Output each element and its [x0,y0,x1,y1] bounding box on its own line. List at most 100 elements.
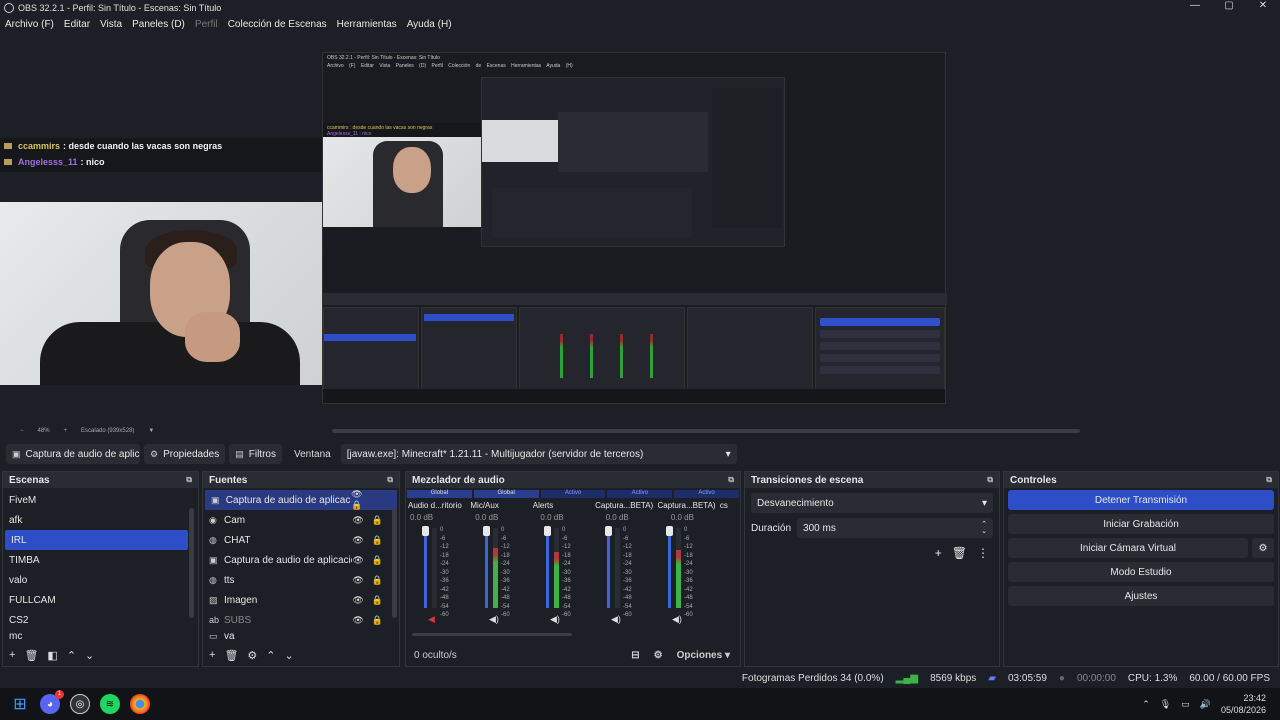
add-source-icon[interactable]: + [209,649,215,661]
fader-handle[interactable] [605,526,612,536]
speaker-icon[interactable]: ◀) [672,614,682,625]
source-item[interactable]: ▨ Imagen 👁🔒 [203,590,399,610]
source-item[interactable]: ◍ CHAT 👁🔒 [203,530,399,550]
settings-button[interactable]: Ajustes [1008,586,1274,606]
spinner-icon[interactable]: ⌃ ⌄ [981,521,987,535]
minimize-button[interactable]: — [1178,0,1212,11]
visibility-lock-icons[interactable]: 👁🔒 [351,489,389,511]
menu-editar[interactable]: Editar [59,19,95,30]
add-icon[interactable]: + [935,546,942,560]
volume-fader[interactable] [424,528,427,608]
menu-perfil[interactable]: Perfil [190,19,223,30]
scene-item[interactable]: afk [3,510,198,530]
zoom-out-button[interactable]: − [20,428,24,434]
stop-stream-button[interactable]: Detener Transmisión [1008,490,1274,510]
volume-icon[interactable]: 🔊 [1200,699,1211,710]
trash-icon[interactable]: 🗑 [952,546,967,560]
channel-name[interactable]: cs [720,501,738,510]
visibility-lock-icons[interactable]: 👁🔒 [352,595,391,606]
filters-button[interactable]: ▤ Filtros [229,444,282,464]
mixer-scrollbar[interactable] [412,633,572,636]
sources-scrollbar[interactable] [392,508,397,618]
scene-item[interactable]: FiveM [3,490,198,510]
properties-button[interactable]: ⚙ Propiedades [144,444,226,464]
layout-icon[interactable]: ⊟ [631,650,639,661]
volume-fader[interactable] [668,528,671,608]
source-item[interactable]: ▣ Captura de audio de aplicación (E👁🔒 [203,550,399,570]
menu-vista[interactable]: Vista [95,19,127,30]
menu-archivo[interactable]: Archivo (F) [0,19,59,30]
menu-ayuda[interactable]: Ayuda (H) [402,19,457,30]
gear-icon[interactable]: ⚙ [1252,538,1274,558]
speaker-icon[interactable]: ◀) [489,614,499,625]
scene-item[interactable]: TIMBA [3,550,198,570]
move-down-icon[interactable]: ⌄ [285,649,294,662]
volume-fader[interactable] [546,528,549,608]
preview-scrollbar[interactable] [332,429,1080,433]
chrome-icon[interactable] [130,694,150,714]
start-recording-button[interactable]: Iniciar Grabación [1008,514,1274,534]
mic-icon[interactable]: 🎙 [1160,699,1171,710]
window-select[interactable]: [javaw.exe]: Minecraft* 1.21.11 - Multij… [340,444,737,464]
settings-icon[interactable]: ⚙ [654,650,663,661]
scene-item[interactable]: mc [3,630,198,642]
source-item[interactable]: ◍ tts 👁🔒 [203,570,399,590]
scene-item[interactable]: CS2 [3,610,198,630]
visibility-lock-icons[interactable]: 👁🔒 [352,615,391,626]
network-icon[interactable]: ▭ [1181,699,1190,710]
maximize-button[interactable]: ▢ [1212,0,1246,11]
close-button[interactable]: ✕ [1246,0,1280,11]
studio-mode-button[interactable]: Modo Estudio [1008,562,1274,582]
speaker-icon[interactable]: ◀) [611,614,621,625]
menu-paneles[interactable]: Paneles (D) [127,19,190,30]
undock-icon[interactable]: ⧉ [186,475,192,485]
channel-name[interactable]: Captura...BETA) 2 [595,501,655,510]
chevron-up-icon[interactable]: ⌃ [1142,699,1150,710]
spotify-icon[interactable]: ≋ [100,694,120,714]
menu-herramientas[interactable]: Herramientas [332,19,402,30]
undock-icon[interactable]: ⧉ [1266,475,1272,485]
source-item[interactable]: ab SUBS 👁🔒 [203,610,399,630]
obs-icon[interactable]: ◎ [70,694,90,714]
source-item[interactable]: ◉ Cam 👁🔒 [203,510,399,530]
filter-icon[interactable]: ◧ [47,649,57,662]
move-up-icon[interactable]: ⌃ [67,649,76,662]
muted-speaker-icon[interactable]: ◀ [428,614,435,625]
more-icon[interactable]: ⋮ [977,546,989,560]
source-item[interactable]: ▭ va [203,630,399,642]
channel-name[interactable]: Alerts [533,501,593,510]
move-up-icon[interactable]: ⌃ [266,649,275,662]
preview-canvas[interactable]: ccammirs : desde cuando las vacas son ne… [0,32,1280,424]
undock-icon[interactable]: ⧉ [387,475,393,485]
trash-icon[interactable]: 🗑 [224,649,238,662]
channel-name[interactable]: Audio d...ritorio [408,501,468,510]
visibility-lock-icons[interactable]: 👁🔒 [352,575,391,586]
fader-handle[interactable] [422,526,429,536]
visibility-lock-icons[interactable]: 👁🔒 [352,515,391,526]
volume-fader[interactable] [607,528,610,608]
menu-coleccion-escenas[interactable]: Colección de Escenas [223,19,332,30]
fader-handle[interactable] [666,526,673,536]
fader-handle[interactable] [483,526,490,536]
discord-icon[interactable]: ◕ 1 [40,690,64,714]
options-button[interactable]: Opciones ▾ [677,650,730,661]
move-down-icon[interactable]: ⌄ [85,649,94,662]
start-menu-icon[interactable]: ⊞ [10,694,30,714]
scenes-scrollbar[interactable] [189,508,194,618]
undock-icon[interactable]: ⧉ [987,475,993,485]
undock-icon[interactable]: ⧉ [728,475,734,485]
transition-select[interactable]: Desvanecimiento ▾ [751,493,993,513]
clock[interactable]: 23:42 05/08/2026 [1221,692,1266,716]
channel-name[interactable]: Captura...BETA) 3 [658,501,718,510]
zoom-in-button[interactable]: + [64,428,68,434]
gear-icon[interactable]: ⚙ [247,649,257,662]
source-item-selected[interactable]: ▣ Captura de audio de aplicación (E👁🔒 [205,489,397,511]
channel-name[interactable]: Mic/Aux [470,501,530,510]
visibility-lock-icons[interactable]: 👁🔒 [352,535,391,546]
trash-icon[interactable]: 🗑 [24,649,38,662]
scene-item[interactable]: valo [3,570,198,590]
add-scene-icon[interactable]: + [9,649,15,661]
speaker-icon[interactable]: ◀) [550,614,560,625]
visibility-lock-icons[interactable]: 👁🔒 [352,555,391,566]
start-virtual-camera-button[interactable]: Iniciar Cámara Virtual [1008,538,1248,558]
